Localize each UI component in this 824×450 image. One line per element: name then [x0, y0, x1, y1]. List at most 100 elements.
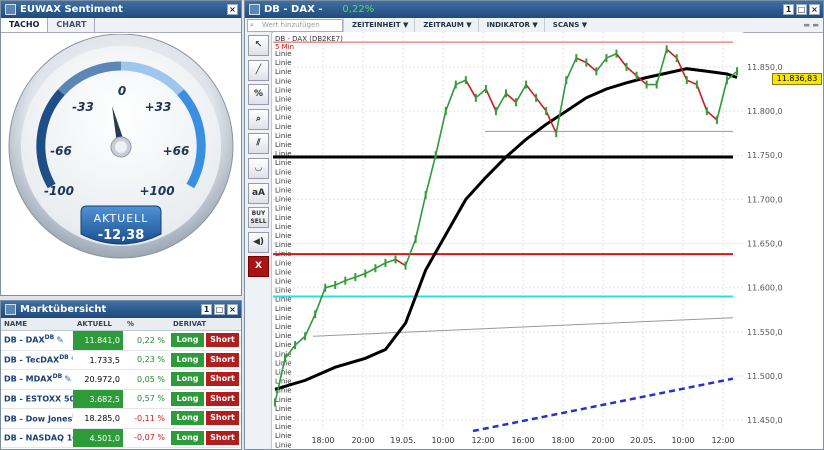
instrument-name[interactable]: DB - MDAXDB ✎ [1, 373, 73, 385]
col-last[interactable]: AKTUELL [73, 320, 123, 328]
parallel-tool-icon[interactable]: ⫽ [248, 133, 269, 155]
long-button[interactable]: Long [171, 372, 204, 387]
interval-label: 5 Min [275, 43, 294, 51]
col-name[interactable]: NAME [1, 320, 73, 328]
line-tool-icon[interactable]: ╱ [248, 59, 269, 81]
long-button[interactable]: Long [171, 411, 204, 426]
instrument-name-text: DB - TecDAX [4, 355, 60, 365]
instrument-name[interactable]: DB - DAXDB ✎ [1, 334, 73, 346]
menu-zeitraum[interactable]: ZEITRAUM ▼ [414, 17, 477, 33]
col-derivat[interactable]: DERIVAT [169, 320, 239, 328]
instrument-sup: DB [52, 373, 63, 381]
x-tick-label: 12:00 [711, 436, 734, 445]
market-titlebar[interactable]: Marktübersicht 1 □ × [1, 301, 241, 318]
sentiment-title: EUWAX Sentiment [20, 4, 123, 15]
line-label: Linie [275, 132, 292, 140]
last-price: 11.841,0 [73, 331, 123, 350]
y-tick-label: 11.500,0 [747, 372, 783, 381]
instrument-name[interactable]: DB - Dow JonesDB [1, 413, 73, 424]
price-candle [454, 80, 457, 89]
line-label: Linie [275, 168, 292, 176]
line-label: Linie [275, 96, 292, 104]
add-symbol-input[interactable]: Wert hinzufügen [247, 18, 343, 32]
pencil-icon[interactable]: ✎ [56, 336, 64, 346]
short-button[interactable]: Short [206, 430, 239, 445]
percent-tool-icon[interactable]: % [248, 84, 269, 106]
instrument-name[interactable]: DB - TecDAXDB✎ [1, 354, 73, 366]
tab-chart[interactable]: CHART [48, 18, 96, 32]
short-button[interactable]: Short [206, 333, 239, 348]
close-icon[interactable]: × [809, 4, 820, 15]
y-tick-label: 11.700,0 [747, 195, 783, 204]
table-row[interactable]: DB - DAXDB ✎ 11.841,0 0,22 % Long Short [1, 331, 241, 351]
menu-scans[interactable]: SCANS ▼ [543, 17, 593, 33]
gauge-value: -12,38 [98, 228, 145, 243]
tab-tacho[interactable]: TACHO [1, 18, 49, 32]
long-button[interactable]: Long [171, 352, 204, 367]
x-tick-label: 10:00 [671, 436, 694, 445]
gauge-tick-zero: 0 [118, 84, 126, 98]
short-button[interactable]: Short [206, 352, 239, 367]
x-tick-label: 10:00 [431, 436, 454, 445]
col-pct[interactable]: % [123, 320, 169, 328]
x-tick-label: 16:00 [511, 436, 534, 445]
folder-icon[interactable]: ▬ ▬ [803, 21, 819, 29]
market-table-body: DB - DAXDB ✎ 11.841,0 0,22 % Long Short DB - T… [1, 331, 241, 448]
price-candle [294, 341, 297, 350]
price-candle [515, 98, 518, 107]
instrument-name-text: DB - ESTOXX 50 [4, 395, 73, 405]
maximize-icon[interactable]: □ [214, 304, 225, 315]
menu-indikator[interactable]: INDIKATOR ▼ [477, 17, 544, 33]
pencil-icon[interactable]: ✎ [64, 375, 72, 385]
long-button[interactable]: Long [171, 430, 204, 445]
text-tool-icon[interactable]: aA [248, 182, 269, 204]
instrument-name-text: DB - NASDAQ 100 [4, 434, 73, 444]
line-label: Linie [275, 405, 292, 413]
table-row[interactable]: DB - Dow JonesDB 18.285,0 -0,11 % LongShort [1, 409, 241, 429]
price-candle [615, 49, 618, 58]
gauge-value-label: AKTUELL [94, 212, 149, 225]
line-label: Linie [275, 123, 292, 131]
short-button[interactable]: Short [206, 372, 239, 387]
line-label: Linie [275, 332, 292, 340]
price-candle [565, 76, 568, 85]
sound-icon[interactable]: ◀) [248, 231, 269, 253]
price-candle [575, 54, 578, 63]
line-label: Linie [275, 177, 292, 185]
y-tick-label: 11.600,0 [747, 284, 783, 293]
price-candle [494, 107, 497, 116]
y-tick-label: 11.450,0 [747, 416, 783, 425]
plot-area[interactable] [273, 32, 743, 429]
table-row[interactable]: DB - MDAXDB ✎ 20.972,0 0,05 % Long Short [1, 370, 241, 390]
maximize-icon[interactable]: □ [796, 4, 807, 15]
zoom-tool-icon[interactable]: ⌕ [248, 108, 269, 130]
long-button[interactable]: Long [171, 391, 204, 406]
chart-titlebar[interactable]: DB - DAX - 0,22% 1 □ × [245, 1, 823, 18]
menu-zeiteinheit[interactable]: ZEITEINHEIT ▼ [343, 17, 414, 33]
close-icon[interactable]: × [227, 304, 238, 315]
last-price: 4.501,0 [73, 428, 123, 447]
y-tick-label: 11.550,0 [747, 328, 783, 337]
long-button[interactable]: Long [171, 333, 204, 348]
close-icon[interactable]: × [227, 4, 238, 15]
price-candle [535, 93, 538, 102]
delete-drawings-button[interactable]: X [248, 256, 269, 278]
curve-tool-icon[interactable]: ◡ [248, 157, 269, 179]
window-one-icon[interactable]: 1 [201, 304, 212, 315]
table-row[interactable]: DB - TecDAXDB✎ 1.733,5 0,23 % LongShort [1, 351, 241, 370]
instrument-name[interactable]: DB - NASDAQ 100DB [1, 432, 73, 443]
window-icon [249, 4, 260, 15]
table-row[interactable]: DB - ESTOXX 50DB3.682,5 0,57 % LongShort [1, 389, 241, 409]
instrument-name[interactable]: DB - ESTOXX 50DB [1, 393, 73, 404]
window-one-icon[interactable]: 1 [783, 4, 794, 15]
price-candle [304, 332, 307, 341]
short-button[interactable]: Short [206, 391, 239, 406]
cursor-tool-icon[interactable]: ↖ [248, 35, 269, 56]
price-candle [685, 76, 688, 85]
buy-sell-tool[interactable]: BUY SELL [248, 207, 269, 229]
price-chart[interactable]: 11.850,0 11.800,0 11.750,0 11.700,0 11.650,0… [273, 32, 823, 450]
sentiment-titlebar[interactable]: EUWAX Sentiment × [1, 1, 241, 18]
short-button[interactable]: Short [206, 411, 239, 426]
table-row[interactable]: DB - NASDAQ 100DB4.501,0 -0,07 % LongShort [1, 428, 241, 448]
x-tick-label: 12:00 [471, 436, 494, 445]
